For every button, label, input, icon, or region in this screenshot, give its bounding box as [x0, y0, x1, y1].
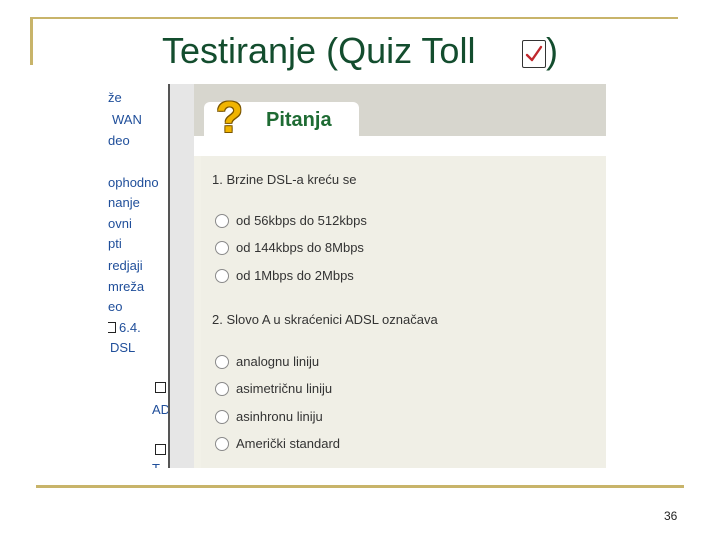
sidebar-item[interactable]: redjaji	[108, 258, 143, 274]
quiz-screenshot: že WAN deo ophodno nanje ovni pti redjaj…	[108, 84, 606, 468]
radio-button[interactable]	[215, 355, 229, 369]
left-decor-line	[30, 17, 33, 65]
question-mark-icon: ?	[216, 93, 243, 142]
page-number: 36	[664, 509, 678, 523]
answer-option[interactable]: od 1Mbps do 2Mbps	[215, 268, 354, 284]
expand-box-icon[interactable]	[155, 382, 166, 393]
bottom-decor-line	[36, 485, 684, 488]
sidebar-item[interactable]: nanje	[108, 195, 140, 211]
checkmark-icon	[522, 40, 546, 68]
sidebar-item[interactable]: ovni	[108, 216, 132, 232]
question-1-text: 1. Brzine DSL-a kreću se	[212, 172, 357, 187]
slide-title: Testiranje (Quiz Toll	[162, 30, 476, 71]
answer-option[interactable]: asinhronu liniju	[215, 409, 323, 425]
sidebar-item[interactable]: eo	[108, 299, 122, 315]
sidebar-item[interactable]: T	[152, 461, 160, 468]
sidebar-item[interactable]: WAN	[112, 112, 142, 128]
splitter-strip[interactable]	[170, 84, 194, 468]
sidebar: že WAN deo ophodno nanje ovni pti redjaj…	[108, 84, 168, 468]
questions-panel: 1. Brzine DSL-a kreću se od 56kbps do 51…	[201, 156, 606, 468]
sidebar-item[interactable]: AD	[152, 402, 168, 418]
header-divider	[194, 136, 606, 156]
radio-button[interactable]	[215, 382, 229, 396]
sidebar-item[interactable]: DSL	[110, 340, 135, 356]
radio-button[interactable]	[215, 410, 229, 424]
tab-label: Pitanja	[266, 109, 332, 131]
sidebar-item[interactable]: 6.4.	[119, 320, 141, 336]
answer-option[interactable]: od 144kbps do 8Mbps	[215, 240, 364, 256]
sidebar-item[interactable]: mreža	[108, 279, 144, 295]
radio-button[interactable]	[215, 214, 229, 228]
answer-option[interactable]: analognu liniju	[215, 354, 319, 370]
sidebar-item[interactable]: pti	[108, 236, 122, 252]
answer-option[interactable]: Američki standard	[215, 436, 340, 452]
sidebar-item[interactable]: že	[108, 90, 122, 106]
radio-button[interactable]	[215, 241, 229, 255]
sidebar-item[interactable]: deo	[108, 133, 130, 149]
radio-button[interactable]	[215, 269, 229, 283]
top-decor-line	[30, 17, 678, 19]
radio-button[interactable]	[215, 437, 229, 451]
slide-title-close: )	[546, 30, 558, 71]
expand-box-icon[interactable]	[155, 444, 166, 455]
answer-option[interactable]: asimetričnu liniju	[215, 381, 332, 397]
answer-option[interactable]: od 56kbps do 512kbps	[215, 213, 367, 229]
sidebar-item[interactable]: ophodno	[108, 175, 159, 191]
expand-box-icon[interactable]	[108, 322, 116, 333]
question-2-text: 2. Slovo A u skraćenici ADSL označava	[212, 312, 438, 327]
